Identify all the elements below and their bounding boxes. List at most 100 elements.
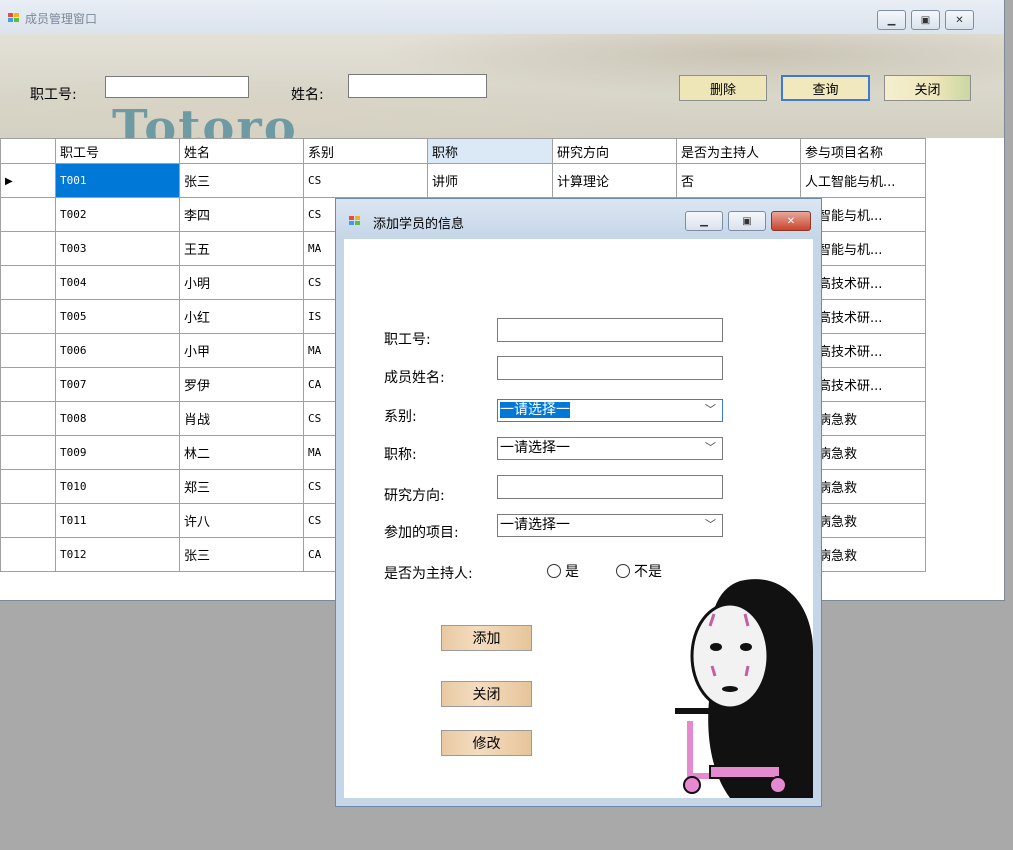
- chevron-down-icon: ﹀: [705, 518, 716, 531]
- row-header[interactable]: ▶: [0, 163, 56, 198]
- column-header[interactable]: 职称: [427, 138, 553, 164]
- query-button[interactable]: 查询: [781, 75, 870, 101]
- table-cell[interactable]: T009: [55, 435, 180, 470]
- main-close-button[interactable]: 关闭: [884, 75, 971, 101]
- minimize-icon: ▁: [700, 215, 708, 227]
- table-cell[interactable]: 张三: [179, 163, 304, 198]
- table-cell[interactable]: 讲师: [427, 163, 553, 198]
- dept-select-value: 一请选择一: [500, 402, 570, 418]
- maximize-icon: ▣: [920, 14, 931, 26]
- close-icon: ✕: [786, 215, 796, 227]
- minimize-button[interactable]: ▁: [877, 10, 906, 30]
- table-cell[interactable]: T007: [55, 367, 180, 402]
- no-face-scooter-illustration: [675, 579, 813, 798]
- dialog-titlebar[interactable]: 添加学员的信息 ▁ ▣ ✕: [336, 199, 821, 239]
- table-cell[interactable]: T001: [55, 163, 180, 198]
- table-cell[interactable]: T003: [55, 231, 180, 266]
- table-cell[interactable]: 张三: [179, 537, 304, 572]
- table-cell[interactable]: 小明: [179, 265, 304, 300]
- dialog-body: 职工号: 成员姓名: 系别: 一请选择一 ﹀ 职称: 一请选择一 ﹀ 研究方向:…: [344, 239, 813, 798]
- name-input[interactable]: [497, 356, 723, 380]
- host-no-label: 不是: [634, 564, 662, 580]
- dept-select[interactable]: 一请选择一 ﹀: [497, 399, 723, 422]
- id-field-label: 职工号:: [384, 332, 431, 348]
- row-header[interactable]: [0, 469, 56, 504]
- table-cell[interactable]: 人工智能与机...: [800, 163, 926, 198]
- row-header[interactable]: [0, 537, 56, 572]
- row-header[interactable]: [0, 231, 56, 266]
- row-header[interactable]: [0, 265, 56, 300]
- table-cell[interactable]: 罗伊: [179, 367, 304, 402]
- column-header[interactable]: 系别: [303, 138, 428, 164]
- dialog-window-controls: ▁ ▣ ✕: [685, 211, 811, 231]
- table-cell[interactable]: T004: [55, 265, 180, 300]
- table-cell[interactable]: 小甲: [179, 333, 304, 368]
- maximize-button[interactable]: ▣: [911, 10, 940, 30]
- research-input[interactable]: [497, 475, 723, 499]
- table-cell[interactable]: CS: [303, 163, 428, 198]
- radio-circle-icon: [547, 564, 561, 578]
- column-header[interactable]: 是否为主持人: [676, 138, 801, 164]
- table-cell[interactable]: 否: [676, 163, 801, 198]
- title-field-label: 职称:: [384, 447, 417, 463]
- search-name-input[interactable]: [348, 74, 487, 98]
- table-cell[interactable]: T005: [55, 299, 180, 334]
- table-cell[interactable]: 计算理论: [552, 163, 677, 198]
- row-header[interactable]: [0, 503, 56, 538]
- table-cell[interactable]: 王五: [179, 231, 304, 266]
- column-header[interactable]: 姓名: [179, 138, 304, 164]
- close-window-button[interactable]: ✕: [945, 10, 974, 30]
- row-header[interactable]: [0, 367, 56, 402]
- dialog-title: 添加学员的信息: [373, 217, 465, 232]
- table-cell[interactable]: 小红: [179, 299, 304, 334]
- minimize-icon: ▁: [887, 14, 896, 26]
- table-row[interactable]: ▶ T001 张三 CS 讲师 计算理论否人工智能与机...: [0, 163, 926, 198]
- dialog-close-button[interactable]: 关闭: [441, 681, 532, 707]
- table-cell[interactable]: 林二: [179, 435, 304, 470]
- table-cell[interactable]: T012: [55, 537, 180, 572]
- totoro-watermark: Totoro: [112, 100, 298, 138]
- row-header[interactable]: [0, 299, 56, 334]
- column-header[interactable]: 参与项目名称: [800, 138, 926, 164]
- name-field-label: 成员姓名:: [384, 370, 445, 386]
- host-yes-radio[interactable]: 是: [547, 561, 579, 581]
- row-header[interactable]: [0, 333, 56, 368]
- dialog-maximize-button[interactable]: ▣: [728, 211, 766, 231]
- app-icon: [8, 13, 19, 22]
- dialog-minimize-button[interactable]: ▁: [685, 211, 723, 231]
- dialog-close-window-button[interactable]: ✕: [771, 211, 811, 231]
- row-header[interactable]: [0, 197, 56, 232]
- row-pointer-icon: ▶: [5, 176, 13, 187]
- delete-button[interactable]: 删除: [679, 75, 767, 101]
- column-header[interactable]: 研究方向: [552, 138, 677, 164]
- maximize-icon: ▣: [742, 215, 752, 227]
- table-cell[interactable]: T011: [55, 503, 180, 538]
- project-select-value: 一请选择一: [500, 517, 570, 533]
- table-cell[interactable]: T008: [55, 401, 180, 436]
- id-input[interactable]: [497, 318, 723, 342]
- column-header[interactable]: 职工号: [55, 138, 180, 164]
- project-field-label: 参加的项目:: [384, 525, 459, 541]
- row-header-corner: [0, 138, 56, 164]
- row-header[interactable]: [0, 435, 56, 470]
- table-cell[interactable]: T010: [55, 469, 180, 504]
- table-cell[interactable]: 肖战: [179, 401, 304, 436]
- host-yes-label: 是: [565, 564, 579, 580]
- chevron-down-icon: ﹀: [705, 403, 716, 416]
- search-id-input[interactable]: [105, 76, 249, 98]
- row-header[interactable]: [0, 401, 56, 436]
- modify-button[interactable]: 修改: [441, 730, 532, 756]
- table-cell[interactable]: T006: [55, 333, 180, 368]
- title-select[interactable]: 一请选择一 ﹀: [497, 437, 723, 460]
- table-cell[interactable]: T002: [55, 197, 180, 232]
- table-cell[interactable]: 郑三: [179, 469, 304, 504]
- table-cell[interactable]: 李四: [179, 197, 304, 232]
- main-titlebar[interactable]: 成员管理窗口 ▁ ▣ ✕: [0, 0, 1004, 34]
- research-field-label: 研究方向:: [384, 488, 445, 504]
- host-no-radio[interactable]: 不是: [616, 561, 662, 581]
- title-select-value: 一请选择一: [500, 440, 570, 456]
- table-header-row: 职工号 姓名 系别 职称 研究方向 是否为主持人 参与项目名称: [0, 138, 926, 164]
- project-select[interactable]: 一请选择一 ﹀: [497, 514, 723, 537]
- add-button[interactable]: 添加: [441, 625, 532, 651]
- table-cell[interactable]: 许八: [179, 503, 304, 538]
